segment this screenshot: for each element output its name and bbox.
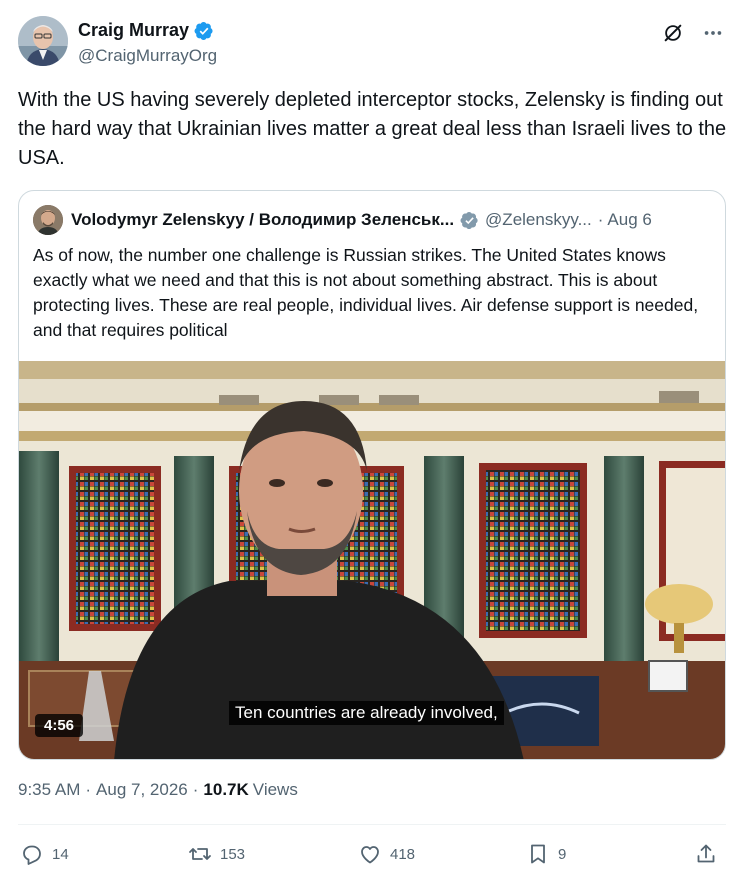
like-button[interactable]: 418 xyxy=(358,842,415,866)
quoted-tweet-header: Volodymyr Zelenskyy / Володимир Зеленськ… xyxy=(33,205,711,235)
video-subtitle: Ten countries are already involved, xyxy=(229,701,504,725)
reply-button[interactable]: 14 xyxy=(20,842,69,866)
quoted-author-handle[interactable]: @Zelenskyy... xyxy=(485,210,592,230)
action-bar: 14 153 418 9 xyxy=(18,842,724,870)
bookmark-icon xyxy=(531,844,545,864)
heart-icon xyxy=(361,846,379,864)
share-button[interactable] xyxy=(694,842,718,866)
author-avatar[interactable] xyxy=(18,16,68,66)
author-handle[interactable]: @CraigMurrayOrg xyxy=(78,46,217,66)
meta-separator: · xyxy=(85,780,92,799)
reply-count: 14 xyxy=(52,845,69,863)
like-count: 418 xyxy=(390,845,416,863)
quoted-author-name[interactable]: Volodymyr Zelenskyy / Володимир Зеленськ… xyxy=(71,210,454,230)
views-label: Views xyxy=(252,780,298,799)
bookmark-button[interactable]: 9 xyxy=(526,842,566,866)
author-name[interactable]: Craig Murray xyxy=(78,20,189,41)
verified-badge-icon xyxy=(194,21,214,41)
quoted-date[interactable]: Aug 6 xyxy=(607,210,651,230)
quoted-separator-dot: · xyxy=(597,210,604,229)
repost-count: 153 xyxy=(220,845,246,863)
tweet-time[interactable]: 9:35 AM xyxy=(18,780,80,800)
quoted-verified-badge-icon xyxy=(460,211,479,230)
views-count: 10.7K xyxy=(203,780,249,799)
meta-separator: · xyxy=(192,780,199,799)
quoted-author-avatar[interactable] xyxy=(33,205,63,235)
reply-icon xyxy=(23,845,41,865)
quoted-tweet-card[interactable]: Volodymyr Zelenskyy / Володимир Зеленськ… xyxy=(18,190,726,760)
tweet-text: With the US having severely depleted int… xyxy=(18,89,727,169)
tweet-header: Craig Murray @CraigMurrayOrg xyxy=(18,14,724,70)
repost-button[interactable]: 153 xyxy=(188,842,245,866)
divider xyxy=(18,824,726,825)
tweet-date[interactable]: Aug 7, 2026 xyxy=(96,780,188,800)
video-duration-badge: 4:56 xyxy=(35,714,84,737)
quoted-video[interactable]: 4:56 Ten countries are already involved, xyxy=(19,361,725,759)
author-name-row: Craig Murray xyxy=(78,20,214,41)
repost-icon xyxy=(189,848,211,860)
header-actions xyxy=(662,22,724,44)
tweet-meta: 9:35 AM · Aug 7, 2026 · 10.7K Views xyxy=(18,780,298,800)
grok-icon[interactable] xyxy=(662,22,684,44)
bookmark-count: 9 xyxy=(558,845,567,863)
share-icon xyxy=(697,844,715,863)
more-options-icon[interactable] xyxy=(702,22,724,44)
quoted-tweet-text: As of now, the number one challenge is R… xyxy=(33,245,699,340)
